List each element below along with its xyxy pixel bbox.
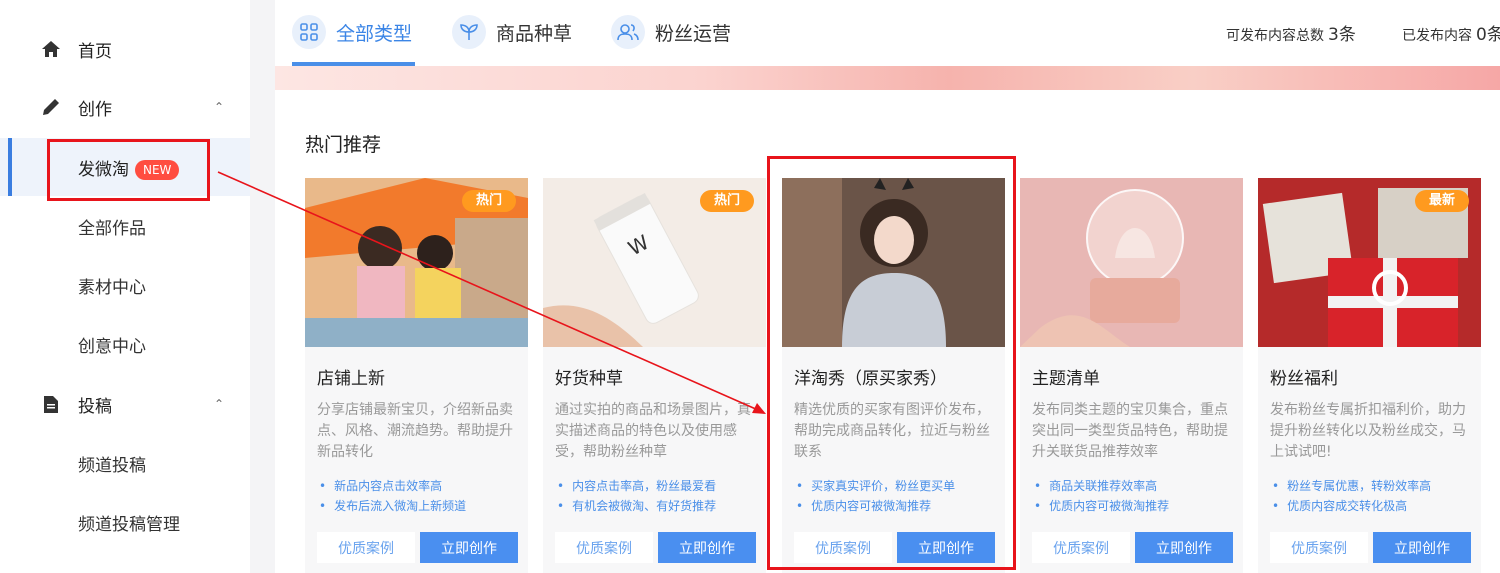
chevron-up-icon: ⌃ — [214, 100, 225, 114]
home-icon — [42, 40, 60, 58]
newest-tag: 最新 — [1414, 190, 1469, 212]
sidebar-item-label: 素材中心 — [78, 277, 146, 298]
published-content-label: 已发布内容 — [1402, 28, 1472, 44]
card-bullets: 粉丝专属优惠，转粉效率高 优质内容成交转化极高 — [1272, 476, 1477, 516]
card-bullet: 优质内容可被微淘推荐 — [1034, 496, 1239, 516]
sidebar-item-label: 创意中心 — [78, 336, 146, 357]
card-bullet: 优质内容成交转化极高 — [1272, 496, 1477, 516]
sidebar-item-channel-submit[interactable]: 频道投稿 — [0, 434, 250, 492]
card-store-new[interactable]: 热门 店铺上新 分享店铺最新宝贝，介绍新品卖点、风格、潮流趋势。帮助提升新品转化… — [305, 178, 528, 573]
card-description: 发布粉丝专属折扣福利价，助力提升粉丝转化以及粉丝成交，马上试试吧! — [1270, 402, 1466, 460]
quality-case-button[interactable]: 优质案例 — [317, 532, 415, 563]
card-bullets: 新品内容点击效率高 发布后流入微淘上新频道 — [319, 476, 524, 516]
sidebar-item-submission[interactable]: 投稿 ⌃ — [0, 375, 250, 433]
card-title: 粉丝福利 — [1270, 369, 1338, 389]
pencil-icon — [42, 98, 60, 116]
card-fan-welfare[interactable]: 最新 粉丝福利 发布粉丝专属折扣福利价，助力提升粉丝转化以及粉丝成交，马上试试吧… — [1258, 178, 1481, 573]
sidebar-item-material-center[interactable]: 素材中心 — [0, 256, 250, 314]
sidebar-item-label: 投稿 — [78, 396, 112, 417]
create-now-button[interactable]: 立即创作 — [1135, 532, 1233, 563]
sidebar-item-label: 创作 — [78, 99, 112, 120]
total-content-value: 3条 — [1328, 25, 1356, 45]
document-icon — [42, 395, 60, 413]
card-good-goods[interactable]: W 热门 好货种草 通过实拍的商品和场景图片，真实描述商品的特色以及使用感受，帮… — [543, 178, 766, 573]
highlight-box-card — [767, 156, 1016, 570]
card-bullet: 发布后流入微淘上新频道 — [319, 496, 524, 516]
sidebar-item-create[interactable]: 创作 ⌃ — [0, 78, 250, 136]
sidebar-item-label: 首页 — [78, 41, 112, 62]
published-content-value: 0条 — [1476, 25, 1500, 45]
create-now-button[interactable]: 立即创作 — [420, 532, 518, 563]
sidebar-item-all-works[interactable]: 全部作品 — [0, 197, 250, 255]
card-bullet: 新品内容点击效率高 — [319, 476, 524, 496]
card-title: 好货种草 — [555, 369, 623, 389]
total-content-label: 可发布内容总数 — [1226, 28, 1324, 44]
card-title: 店铺上新 — [317, 369, 385, 389]
card-theme-list[interactable]: 主题清单 发布同类主题的宝贝集合，重点突出同一类型货品特色，帮助提升关联货品推荐… — [1020, 178, 1243, 573]
quality-case-button[interactable]: 优质案例 — [1270, 532, 1368, 563]
card-bullets: 内容点击率高，粉丝最爱看 有机会被微淘、有好货推荐 — [557, 476, 762, 516]
sidebar-item-label: 全部作品 — [78, 218, 146, 239]
tab-label: 商品种草 — [496, 22, 573, 45]
create-now-button[interactable]: 立即创作 — [658, 532, 756, 563]
decorative-banner — [275, 66, 1500, 90]
published-content-stat: 已发布内容 0条 — [1402, 20, 1500, 45]
tab-label: 粉丝运营 — [655, 22, 732, 45]
card-description: 通过实拍的商品和场景图片，真实描述商品的特色以及使用感受，帮助粉丝种草 — [555, 402, 751, 460]
card-bullet: 商品关联推荐效率高 — [1034, 476, 1239, 496]
create-now-button[interactable]: 立即创作 — [1373, 532, 1471, 563]
card-bullet: 内容点击率高，粉丝最爱看 — [557, 476, 762, 496]
highlight-box-sidebar — [47, 139, 210, 201]
sidebar-item-label: 频道投稿管理 — [78, 514, 180, 535]
tab-product-seeding[interactable]: 商品种草 — [452, 14, 572, 50]
sidebar-item-home[interactable]: 首页 — [0, 20, 250, 78]
grid-icon — [292, 15, 326, 49]
card-bullet: 有机会被微淘、有好货推荐 — [557, 496, 762, 516]
sidebar-item-channel-submit-manage[interactable]: 频道投稿管理 — [0, 493, 250, 551]
hot-tag: 热门 — [461, 190, 516, 212]
tab-all-types[interactable]: 全部类型 — [292, 14, 412, 50]
sidebar: 首页 创作 ⌃ 发微淘 NEW 全部作品 素材中心 创意中心 投稿 ⌃ 频道投稿 … — [0, 0, 250, 573]
users-icon — [611, 15, 645, 49]
sidebar-item-creative-center[interactable]: 创意中心 — [0, 315, 250, 373]
tab-fan-operation[interactable]: 粉丝运营 — [611, 14, 731, 50]
card-description: 发布同类主题的宝贝集合，重点突出同一类型货品特色，帮助提升关联货品推荐效率 — [1032, 402, 1228, 460]
card-bullets: 商品关联推荐效率高 优质内容可被微淘推荐 — [1034, 476, 1239, 516]
total-content-stat: 可发布内容总数 3条 — [1226, 20, 1356, 45]
chevron-up-icon: ⌃ — [214, 397, 225, 411]
tab-label: 全部类型 — [336, 22, 413, 45]
section-title: 热门推荐 — [305, 134, 382, 156]
card-description: 分享店铺最新宝贝，介绍新品卖点、风格、潮流趋势。帮助提升新品转化 — [317, 402, 513, 460]
hot-tag: 热门 — [699, 190, 754, 212]
card-image — [1020, 178, 1243, 347]
card-title: 主题清单 — [1032, 369, 1100, 389]
sidebar-item-label: 频道投稿 — [78, 455, 146, 476]
quality-case-button[interactable]: 优质案例 — [1032, 532, 1130, 563]
sprout-icon — [452, 15, 486, 49]
quality-case-button[interactable]: 优质案例 — [555, 532, 653, 563]
card-bullet: 粉丝专属优惠，转粉效率高 — [1272, 476, 1477, 496]
